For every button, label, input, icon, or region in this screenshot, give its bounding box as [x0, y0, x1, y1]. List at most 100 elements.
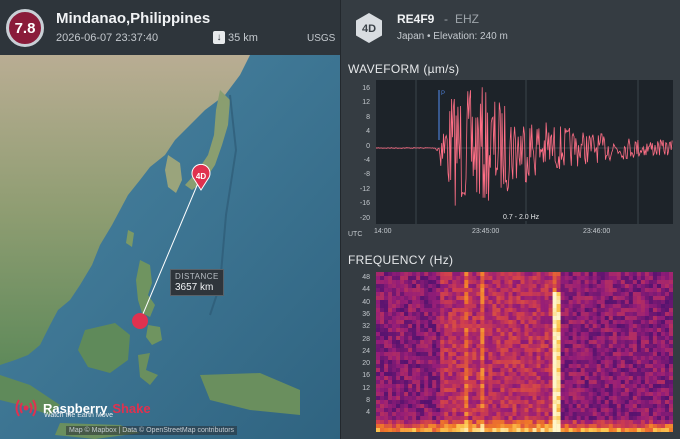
spectrogram-cell [660, 328, 666, 333]
spectrogram-cell [384, 344, 389, 349]
spectrogram-cell [428, 408, 433, 413]
spectrogram-cell [620, 308, 626, 313]
spectrogram-cell [460, 356, 465, 361]
spectrogram-cell [540, 340, 545, 345]
spectrogram-cell [512, 272, 517, 277]
spectrogram-cell [572, 368, 577, 373]
spectrogram-cell [380, 352, 385, 357]
spectrogram-cell [488, 416, 493, 421]
spectrogram-cell [376, 328, 381, 333]
spectrogram-cell [656, 340, 662, 345]
spectrogram-cell [468, 312, 473, 317]
spectrogram-cell [400, 276, 405, 281]
spectrogram-cell [456, 388, 461, 393]
spectrogram-cell [512, 280, 517, 285]
spectrogram-cell [580, 312, 585, 317]
spectrogram-cell [544, 384, 549, 389]
spectrogram-cell [564, 404, 569, 409]
spectrogram-cell [480, 412, 485, 417]
spectrogram-cell [464, 392, 469, 397]
spectrogram-cell [464, 364, 469, 369]
spectrogram-cell [436, 416, 441, 421]
spectrogram-cell [636, 404, 642, 409]
spectrogram-cell [388, 364, 393, 369]
spectrogram-cell [436, 408, 441, 413]
spectrogram-cell [380, 356, 385, 361]
spectrogram-cell [500, 412, 505, 417]
spectrogram-cell [460, 328, 465, 333]
spectrogram-cell [660, 400, 666, 405]
spectrogram-cell [408, 336, 413, 341]
spectrogram-cell [612, 324, 618, 329]
spectrogram-cell [552, 400, 557, 405]
spectrogram-cell [632, 336, 638, 341]
spectrogram-cell [564, 312, 569, 317]
spectrogram-cell [384, 412, 389, 417]
spectrogram-cell [388, 284, 393, 289]
spectrogram-cell [548, 360, 553, 365]
spectrogram-cell [580, 372, 585, 377]
spectrogram-cell [420, 420, 425, 425]
spectrogram-cell [460, 292, 465, 297]
spectrogram-cell [616, 296, 622, 301]
spectrogram-cell [624, 296, 630, 301]
spectrogram-cell [600, 356, 606, 361]
y-tick-label: -16 [359, 200, 370, 208]
spectrogram-cell [564, 288, 569, 293]
spectrogram-cell [508, 344, 513, 349]
spectrogram-cell [456, 344, 461, 349]
spectrogram-cell [480, 360, 485, 365]
spectrogram-cell [624, 304, 630, 309]
spectrogram-cell [604, 424, 610, 429]
spectrogram-cell [388, 376, 393, 381]
spectrogram-cell [452, 368, 457, 373]
event-map[interactable]: 4D DISTANCE 3657 km [0, 55, 340, 439]
spectrogram-cell [440, 316, 445, 321]
spectrogram-cell [664, 356, 670, 361]
spectrogram-cell [464, 376, 469, 381]
spectrogram-cell [460, 404, 465, 409]
spectrogram-cell [536, 272, 541, 277]
spectrogram-cell [612, 276, 618, 281]
spectrogram-cell [412, 304, 417, 309]
spectrogram-cell [544, 300, 549, 305]
spectrogram-cell [532, 412, 537, 417]
spectrogram-cell [668, 416, 673, 421]
spectrogram-plot[interactable] [376, 272, 673, 432]
spectrogram-cell [592, 408, 598, 413]
spectrogram-cell [508, 320, 513, 325]
spectrogram-cell [552, 312, 557, 317]
map-attribution[interactable]: Map © Mapbox | Data © OpenStreetMap cont… [66, 426, 238, 435]
spectrogram-cell [376, 300, 381, 305]
spectrogram-cell [592, 324, 598, 329]
spectrogram-cell [388, 368, 393, 373]
spectrogram-cell [412, 392, 417, 397]
waveform-plot[interactable]: P [375, 80, 673, 224]
event-marker[interactable] [132, 313, 148, 329]
spectrogram-cell [460, 308, 465, 313]
spectrogram-cell [616, 332, 622, 337]
spectrogram-cell [660, 424, 666, 429]
spectrogram-cell [508, 300, 513, 305]
spectrogram-cell [620, 304, 626, 309]
spectrogram-cell [400, 368, 405, 373]
spectrogram-cell [400, 408, 405, 413]
spectrogram-cell [396, 356, 401, 361]
spectrogram-cell [436, 384, 441, 389]
spectrogram-cell [616, 308, 622, 313]
spectrogram-cell [468, 352, 473, 357]
spectrogram-cell [640, 368, 646, 373]
spectrogram-cell [376, 272, 381, 277]
spectrogram-cell [488, 420, 493, 425]
spectrogram-cell [524, 344, 529, 349]
spectrogram-cell [632, 364, 638, 369]
spectrogram-cell [668, 328, 673, 333]
spectrogram-cell [576, 296, 581, 301]
spectrogram-cell [444, 340, 449, 345]
spectrogram-cell [644, 336, 650, 341]
spectrogram-cell [516, 384, 521, 389]
spectrogram-cell [528, 428, 533, 432]
spectrogram-cell [516, 356, 521, 361]
spectrogram-cell [408, 404, 413, 409]
spectrogram-cell [660, 308, 666, 313]
